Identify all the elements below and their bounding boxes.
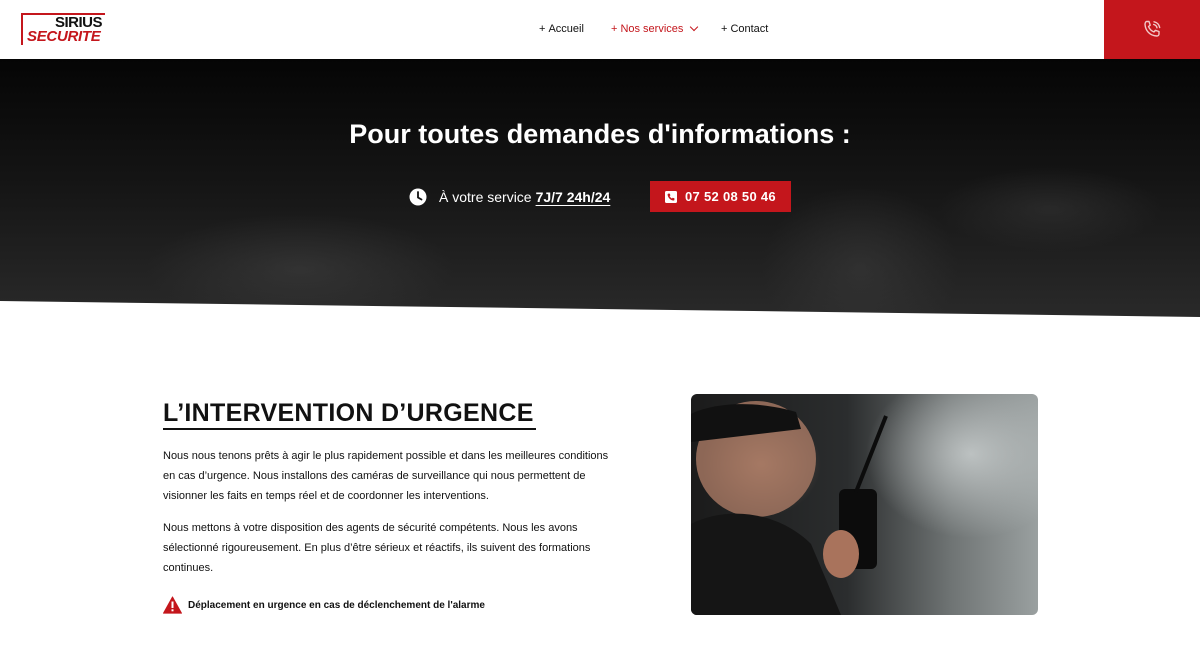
alert-text: Déplacement en urgence en cas de déclenc… [188, 600, 485, 611]
service-availability: À votre service 7J/7 24h/24 [439, 188, 610, 206]
guard-photo [691, 394, 1038, 615]
chevron-down-icon[interactable] [690, 22, 699, 32]
nav-item-contact[interactable]: + Contact [721, 22, 768, 36]
hero-banner: Pour toutes demandes d'informations : À … [0, 59, 1200, 321]
nav-plus: + [611, 23, 618, 35]
guard-silhouette [691, 401, 888, 615]
nav-item-nos-services[interactable]: + Nos services [611, 22, 699, 36]
service-hours[interactable]: 7J/7 24h/24 [536, 189, 611, 205]
nav-item-accueil[interactable]: + Accueil [539, 22, 584, 36]
call-phone-button[interactable]: 07 52 08 50 46 [650, 181, 791, 212]
phone-ringing-icon [1144, 20, 1161, 37]
phone-square-icon [665, 190, 678, 203]
header-phone-button[interactable] [1104, 0, 1200, 59]
site-header: SIRIUS SECURITE + Accueil + Nos services +… [0, 0, 1200, 59]
service-text: À votre service [439, 189, 532, 205]
hero-title: Pour toutes demandes d'informations : [349, 119, 851, 149]
nav-label: Nos services [620, 23, 684, 35]
section-paragraph-1: Nous nous tenons prêts à agir le plus ra… [163, 450, 609, 502]
section-paragraph-2: Nous mettons à votre disposition des age… [163, 522, 591, 574]
warning-icon [163, 596, 182, 614]
main-nav: + Accueil + Nos services + Contact [0, 22, 1200, 38]
hero-contact-row: À votre service 7J/7 24h/24 07 52 08 50 4… [0, 181, 1200, 213]
clock-icon [409, 188, 427, 206]
nav-plus: + [721, 23, 728, 35]
nav-label: Accueil [548, 23, 584, 35]
section-title: L’INTERVENTION D’URGENCE [163, 399, 534, 427]
nav-plus: + [539, 23, 546, 35]
title-underline [163, 428, 536, 430]
nav-label: Contact [730, 23, 769, 35]
call-button-label: 07 52 08 50 46 [685, 188, 776, 204]
